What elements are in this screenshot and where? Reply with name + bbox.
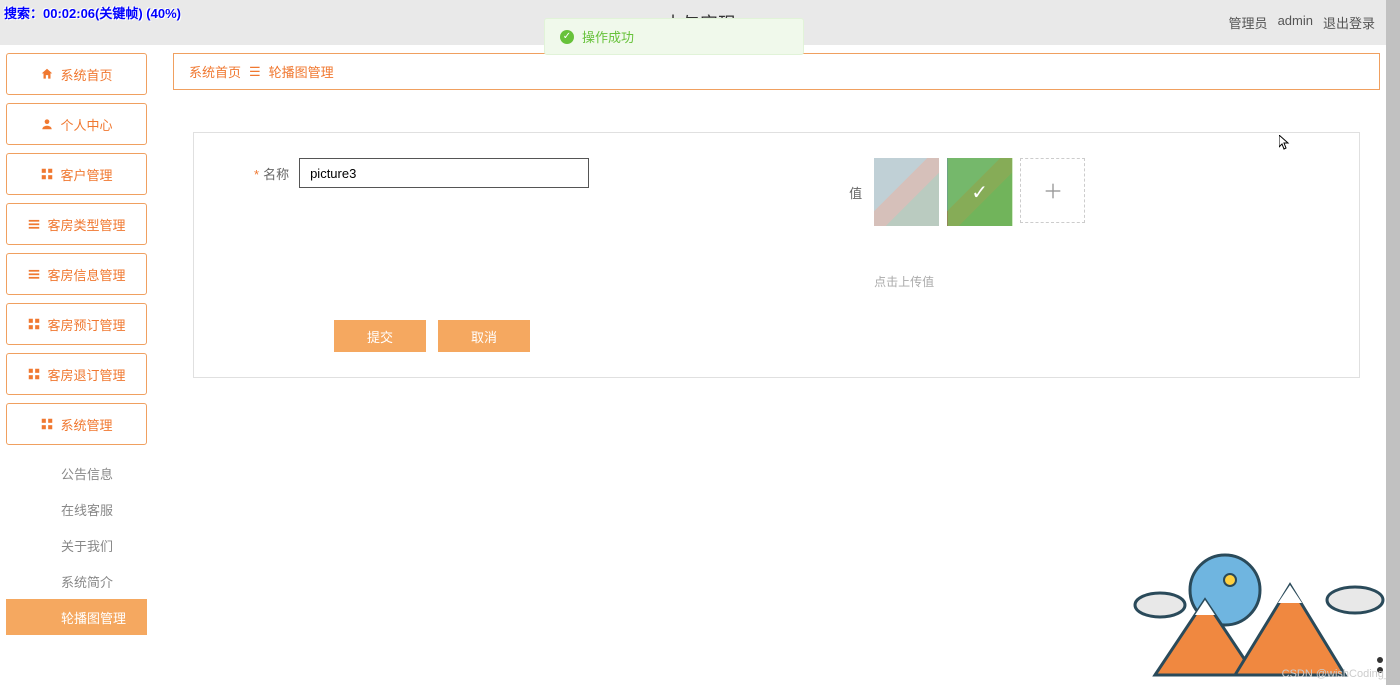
sidebar-item-profile[interactable]: 个人中心 xyxy=(6,103,147,145)
upload-hint: 点击上传值 xyxy=(874,273,1085,290)
sidebar-item-home[interactable]: 系统首页 xyxy=(6,53,147,95)
main-content: 系统首页 ☰ 轮播图管理 名称 值 xyxy=(153,45,1400,685)
vertical-scrollbar[interactable] xyxy=(1386,0,1400,685)
image-thumbnail[interactable] xyxy=(874,158,939,226)
logout-link[interactable]: 退出登录 xyxy=(1323,13,1375,32)
toast-message: 操作成功 xyxy=(582,27,634,46)
watermark-text: CSDN @wishCoding_ xyxy=(1282,668,1390,680)
home-icon xyxy=(40,67,54,81)
mouse-cursor-icon xyxy=(1279,135,1291,151)
sidebar-item-label: 客户管理 xyxy=(60,165,112,184)
sub-item-about[interactable]: 关于我们 xyxy=(6,527,147,563)
cancel-button[interactable]: 取消 xyxy=(438,320,530,352)
grid-icon xyxy=(27,317,41,331)
grid-icon xyxy=(40,417,54,431)
check-circle-icon: ✓ xyxy=(560,30,574,44)
name-field-group: 名称 xyxy=(254,158,589,188)
breadcrumb-current: 轮播图管理 xyxy=(269,62,334,81)
submit-button[interactable]: 提交 xyxy=(334,320,426,352)
sidebar-item-label: 客房预订管理 xyxy=(47,315,125,334)
plus-icon xyxy=(1042,180,1064,202)
breadcrumb: 系统首页 ☰ 轮播图管理 xyxy=(173,53,1380,90)
sidebar-item-room-info[interactable]: 客房信息管理 xyxy=(6,253,147,295)
sidebar-item-label: 系统首页 xyxy=(60,65,112,84)
sidebar-item-label: 客房类型管理 xyxy=(47,215,125,234)
sidebar-item-system[interactable]: 系统管理 xyxy=(6,403,147,445)
sub-item-intro[interactable]: 系统简介 xyxy=(6,563,147,599)
sidebar-item-label: 系统管理 xyxy=(60,415,112,434)
sub-item-carousel[interactable]: 轮播图管理 xyxy=(6,599,147,635)
grid-icon xyxy=(27,367,41,381)
sidebar-item-label: 客房信息管理 xyxy=(47,265,125,284)
grid-icon xyxy=(40,167,54,181)
sub-item-support[interactable]: 在线客服 xyxy=(6,491,147,527)
sidebar-item-bookings[interactable]: 客房预订管理 xyxy=(6,303,147,345)
breadcrumb-root[interactable]: 系统首页 xyxy=(189,62,241,81)
sidebar-item-label: 个人中心 xyxy=(60,115,112,134)
success-toast: ✓ 操作成功 xyxy=(544,18,804,55)
edit-form-card: 名称 值 xyxy=(193,132,1360,378)
sidebar-item-room-types[interactable]: 客房类型管理 xyxy=(6,203,147,245)
name-label: 名称 xyxy=(254,164,289,183)
list-icon xyxy=(27,267,41,281)
sidebar-item-label: 客房退订管理 xyxy=(47,365,125,384)
list-icon xyxy=(27,217,41,231)
sidebar-item-cancellations[interactable]: 客房退订管理 xyxy=(6,353,147,395)
sub-item-announcements[interactable]: 公告信息 xyxy=(6,455,147,491)
search-overlay-text: 搜索：00:02:06(关键帧) (40%) xyxy=(4,3,181,22)
upload-field-group: 值 点击上传值 xyxy=(849,158,1085,290)
add-image-button[interactable] xyxy=(1020,158,1085,223)
username[interactable]: admin xyxy=(1278,13,1313,32)
name-input[interactable] xyxy=(299,158,589,188)
sidebar-item-customers[interactable]: 客户管理 xyxy=(6,153,147,195)
sidebar: 系统首页 个人中心 客户管理 客房类型管理 客房信息管理 客房预订管理 客房退订… xyxy=(0,45,153,685)
user-icon xyxy=(40,117,54,131)
role-label: 管理员 xyxy=(1229,13,1268,32)
value-label: 值 xyxy=(849,183,862,202)
breadcrumb-separator-icon: ☰ xyxy=(249,64,261,80)
image-thumbnail-selected[interactable] xyxy=(947,158,1012,226)
